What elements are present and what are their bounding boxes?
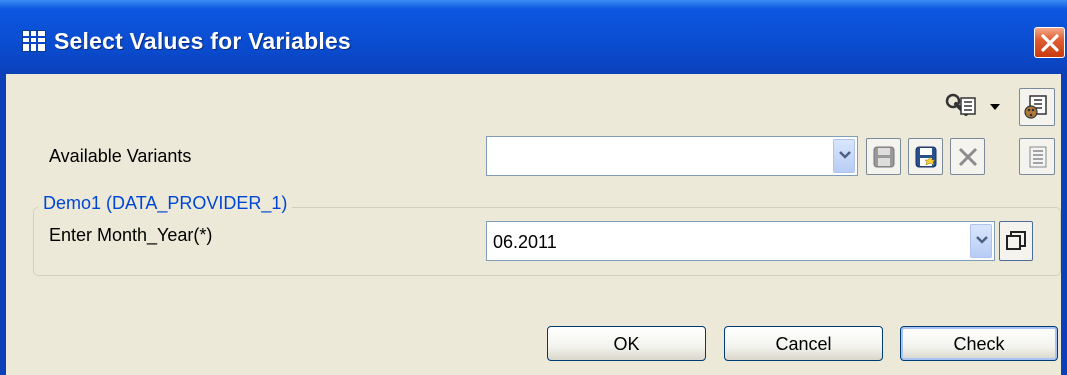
value-help-button[interactable] — [999, 221, 1033, 261]
grid-icon — [22, 30, 46, 52]
delete-variant-button[interactable] — [950, 138, 985, 175]
window-frame-right — [1061, 74, 1067, 375]
save-variant-button[interactable] — [866, 138, 901, 175]
chevron-down-icon — [976, 236, 988, 244]
ok-button[interactable]: OK — [547, 326, 706, 361]
wrench-settings-icon — [945, 93, 976, 116]
save-as-icon — [915, 146, 937, 168]
available-variants-dropdown[interactable] — [833, 139, 855, 173]
month-year-value: 06.2011 — [493, 232, 557, 252]
dropdown-arrow-icon — [990, 104, 1000, 110]
month-year-dropdown[interactable] — [970, 224, 992, 258]
save-icon — [873, 146, 895, 168]
personalize-button[interactable] — [1019, 88, 1055, 126]
month-year-input[interactable]: 06.2011 — [486, 221, 995, 261]
available-variants-select[interactable] — [486, 136, 858, 176]
month-year-label: Enter Month_Year(*) — [49, 225, 213, 245]
delete-icon — [958, 147, 978, 167]
settings-menu-button[interactable] — [944, 90, 1002, 124]
cancel-button[interactable]: Cancel — [724, 326, 883, 361]
window-title: Select Values for Variables — [54, 28, 351, 54]
group-title: Demo1 (DATA_PROVIDER_1) — [38, 193, 293, 214]
save-variant-as-button[interactable] — [908, 138, 943, 175]
available-variants-label: Available Variants — [49, 146, 192, 166]
close-icon — [1041, 34, 1059, 52]
close-button[interactable] — [1034, 27, 1065, 58]
variant-details-button[interactable] — [1019, 138, 1055, 175]
personalize-icon — [1024, 95, 1047, 119]
title-bar: Select Values for Variables — [0, 0, 1067, 74]
value-help-icon — [1006, 231, 1026, 250]
check-button[interactable]: Check — [900, 326, 1058, 361]
details-icon — [1029, 146, 1047, 168]
chevron-down-icon — [839, 151, 851, 159]
